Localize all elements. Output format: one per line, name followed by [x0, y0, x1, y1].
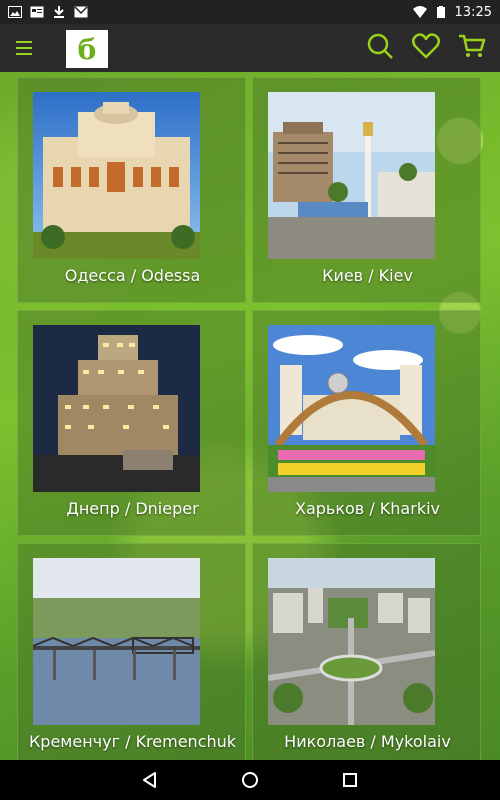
menu-icon[interactable]: [16, 33, 46, 63]
system-nav-bar: [0, 760, 500, 800]
heart-icon[interactable]: [412, 32, 440, 60]
status-time: 13:25: [454, 4, 492, 20]
city-card-odessa[interactable]: Одесса / Odessa: [17, 77, 246, 303]
cart-icon[interactable]: [458, 32, 486, 60]
mail-notification-icon: [74, 6, 88, 18]
city-card-dnieper[interactable]: Днепр / Dnieper: [17, 310, 246, 536]
city-label: Одесса / Odessa: [64, 266, 201, 285]
kiev-independence-square-image: [268, 92, 435, 259]
odessa-opera-house-image: [33, 92, 200, 259]
city-label: Днепр / Dnieper: [66, 499, 199, 518]
recents-icon[interactable]: [340, 770, 360, 790]
search-icon[interactable]: [366, 32, 394, 60]
back-icon[interactable]: [140, 770, 160, 790]
city-card-kremenchuk[interactable]: Кременчуг / Kremenchuk: [17, 543, 246, 760]
city-card-kharkiv[interactable]: Харьков / Kharkiv: [252, 310, 481, 536]
city-label: Киев / Kiev: [322, 266, 413, 285]
gallery-notification-icon: [8, 6, 22, 18]
wifi-icon: [412, 6, 427, 18]
status-bar: 13:25: [0, 0, 500, 24]
city-label: Кременчуг / Kremenchuk: [28, 732, 237, 751]
app-logo[interactable]: б: [66, 30, 108, 68]
kremenchuk-bridge-image: [33, 558, 200, 725]
card-notification-icon: [30, 6, 44, 18]
download-notification-icon: [54, 6, 64, 18]
city-label: Николаев / Mykolaiv: [284, 732, 451, 751]
kharkiv-railway-station-image: [268, 325, 435, 492]
app-bar: б: [0, 24, 500, 72]
battery-icon: [436, 6, 445, 18]
city-list: Одесса / Odessa Киев / Kiev Днепр / Dnie…: [0, 72, 500, 760]
home-icon[interactable]: [240, 770, 260, 790]
city-label: Харьков / Kharkiv: [295, 499, 440, 518]
dnieper-tower-image: [33, 325, 200, 492]
city-card-mykolaiv[interactable]: Николаев / Mykolaiv: [252, 543, 481, 760]
city-card-kiev[interactable]: Киев / Kiev: [252, 77, 481, 303]
mykolaiv-aerial-image: [268, 558, 435, 725]
